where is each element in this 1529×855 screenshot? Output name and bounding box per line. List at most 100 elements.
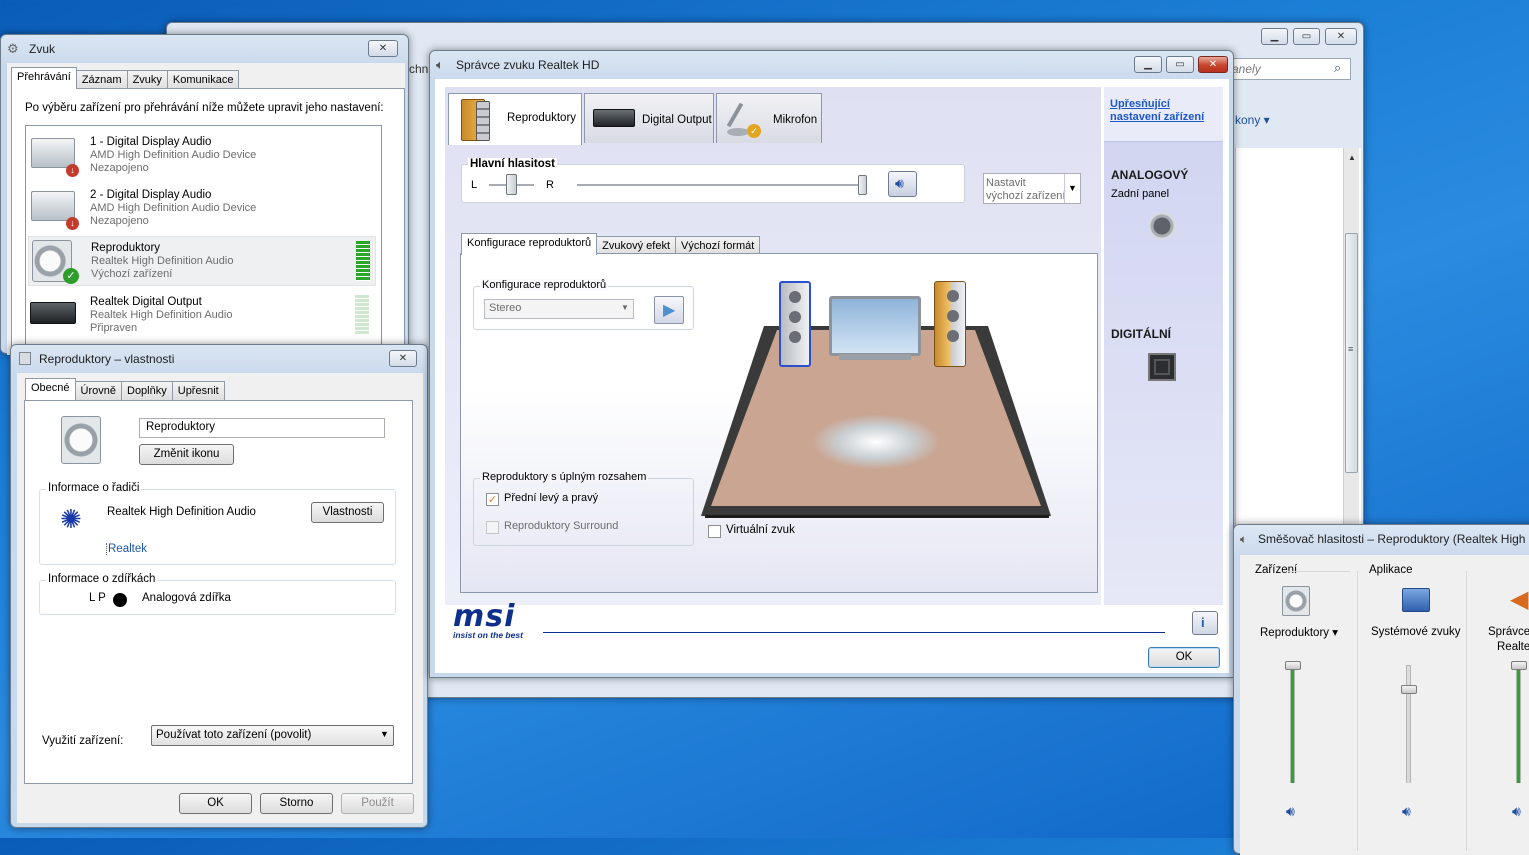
balance-slider-thumb[interactable] — [505, 174, 517, 195]
device-name-field[interactable]: Reproduktory — [139, 418, 385, 438]
usage-select[interactable]: Používat toto zařízení (povolit) ▼ — [151, 725, 394, 746]
advanced-settings-link-box: Upřesňující nastavení zařízení — [1104, 87, 1223, 142]
list-item[interactable]: ↓ 2 - Digital Display Audio AMD High Def… — [28, 183, 378, 233]
tab-sounds[interactable]: Zvuky — [126, 70, 168, 89]
maximize-button[interactable]: ▭ — [1166, 56, 1194, 73]
surround-checkbox[interactable] — [486, 521, 499, 534]
list-item[interactable]: Realtek Digital Output Realtek High Defi… — [28, 290, 378, 340]
advanced-settings-link-line2[interactable]: nastavení zařízení — [1110, 111, 1204, 123]
properties-window: Reproduktory – vlastnosti ✕ Obecné Úrovn… — [10, 344, 428, 828]
list-item[interactable]: ✓ Reproduktory Realtek High Definition A… — [28, 236, 376, 286]
apply-button[interactable]: Použít — [341, 793, 414, 814]
monitor-icon — [31, 138, 75, 168]
msi-logo: msi insist on the best — [451, 599, 551, 640]
minimize-button[interactable]: ▁ — [1134, 56, 1162, 73]
realtek-link[interactable]: Realtek — [106, 543, 147, 555]
volume-slider-thumb[interactable] — [858, 175, 867, 195]
speaker-subtabs: Konfigurace reproduktorů Zvukový efekt V… — [461, 233, 761, 255]
level-meter — [356, 241, 370, 281]
bg-maximize-button[interactable]: ▭ — [1293, 28, 1320, 45]
tab-advanced[interactable]: Upřesnit — [171, 381, 225, 400]
realtek-ok-button[interactable]: OK — [1148, 647, 1220, 668]
disconnected-badge-icon: ↓ — [66, 217, 79, 230]
fullrange-legend: Reproduktory s úplným rozsahem — [480, 471, 649, 483]
front-checkbox[interactable]: ✓ — [486, 493, 499, 506]
mixer-channel-label[interactable]: Systémové zvuky — [1371, 626, 1460, 638]
mixer-client: Zařízení Aplikace Reproduktory ▾ 🔊︎ Syst… — [1240, 555, 1529, 855]
mixer-top-separator — [1288, 571, 1350, 572]
advanced-settings-link-line1[interactable]: Upřesňující — [1110, 98, 1170, 110]
mute-volume-icon[interactable]: 🔊︎ — [1512, 803, 1521, 820]
device-status: Výchozí zařízení — [91, 268, 173, 280]
default-device-select[interactable]: Nastavit výchozí zařízení ▼ — [983, 173, 1081, 204]
scroll-up-icon[interactable]: ▲ — [1348, 153, 1356, 162]
mixer-channel-label[interactable]: Správce — [1488, 626, 1529, 638]
bg-scrollbar[interactable]: ▲ ≡ — [1343, 148, 1359, 526]
front-checkbox-label: Přední levý a pravý — [504, 492, 599, 504]
config-value: Stereo — [489, 302, 522, 314]
device-status: Nezapojeno — [90, 215, 149, 227]
tab-recording[interactable]: Záznam — [75, 70, 128, 89]
msi-slogan: insist on the best — [453, 630, 523, 640]
tab-enhancements[interactable]: Doplňky — [121, 381, 173, 400]
front-right-speaker-icon[interactable] — [934, 281, 966, 367]
cancel-button[interactable]: Storno — [260, 793, 333, 814]
mixer-slider-thumb[interactable] — [1511, 661, 1527, 670]
device-name: Reproduktory — [91, 242, 161, 254]
tab-speakers[interactable]: Reproduktory — [448, 93, 582, 145]
mute-volume-icon[interactable]: 🔊︎ — [1286, 803, 1295, 820]
front-left-speaker-icon[interactable] — [779, 281, 811, 367]
analog-jack-icon[interactable] — [1148, 212, 1176, 240]
mixer-channel-label[interactable]: Reproduktory ▾ — [1260, 625, 1338, 639]
bg-search-placeholder: anely — [1232, 62, 1261, 76]
tab-speaker-config[interactable]: Konfigurace reproduktorů — [461, 233, 598, 255]
tab-levels[interactable]: Úrovně — [74, 381, 122, 400]
play-test-button[interactable]: ▶ — [654, 296, 684, 324]
properties-close-button[interactable]: ✕ — [389, 350, 417, 367]
tab-microphone-label: Mikrofon — [773, 114, 818, 126]
info-button[interactable]: i — [1192, 611, 1218, 635]
main-volume-group: Hlavní hlasitost L R 🔊︎ — [461, 158, 965, 203]
close-button[interactable]: ✕ — [1198, 56, 1228, 73]
properties-icon — [19, 352, 31, 365]
realtek-side-panel: Upřesňující nastavení zařízení ANALOGOVÝ… — [1104, 87, 1223, 605]
bg-minimize-button[interactable]: ▁ — [1261, 28, 1288, 45]
jack-group: Informace o zdířkách L P Analogová zdířk… — [39, 573, 396, 615]
controller-legend: Informace o řadiči — [46, 482, 142, 494]
device-status: Připraven — [90, 322, 138, 334]
balance-right-label: R — [546, 179, 554, 191]
device-driver: Realtek High Definition Audio — [91, 255, 234, 267]
tab-microphone[interactable]: ✓ Mikrofon — [716, 93, 822, 143]
mute-volume-icon[interactable]: 🔊︎ — [1402, 803, 1411, 820]
bg-dropdown[interactable]: kony ▾ — [1235, 113, 1270, 127]
tab-communication[interactable]: Komunikace — [166, 70, 240, 89]
controller-properties-button[interactable]: Vlastnosti — [311, 502, 384, 523]
speaker-icon — [61, 416, 101, 464]
footer-line — [543, 632, 1165, 633]
system-sounds-icon — [1402, 588, 1430, 612]
tab-playback[interactable]: Přehrávání — [11, 67, 77, 89]
sound-window-title: Zvuk — [29, 42, 56, 56]
chevron-down-icon: ▼ — [1064, 174, 1080, 203]
bg-scroll-thumb[interactable]: ≡ — [1345, 233, 1358, 473]
digital-port-icon[interactable] — [1148, 353, 1176, 381]
mute-button[interactable]: 🔊︎ — [888, 171, 917, 197]
mixer-slider-thumb[interactable] — [1401, 684, 1417, 694]
tab-general[interactable]: Obecné — [25, 378, 76, 400]
list-item[interactable]: ↓ 1 - Digital Display Audio AMD High Def… — [28, 130, 378, 180]
sound-tab-panel: Po výběru zařízení pro přehrávání níže m… — [11, 88, 405, 365]
tab-digital-output[interactable]: Digital Output — [584, 93, 714, 143]
virtual-sound-checkbox[interactable] — [708, 525, 721, 538]
mixer-slider-thumb[interactable] — [1285, 661, 1301, 670]
microphone-base-icon — [727, 128, 749, 136]
config-select[interactable]: Stereo ▼ — [484, 299, 634, 319]
sound-close-button[interactable]: ✕ — [368, 40, 398, 57]
digital-output-icon — [593, 109, 635, 127]
bg-search-box[interactable]: anely ⌕ — [1225, 58, 1351, 80]
ok-button[interactable]: OK — [179, 793, 252, 814]
usage-label: Využití zařízení: — [42, 735, 124, 747]
mixer-device-separator — [1357, 571, 1358, 851]
bg-close-button[interactable]: ✕ — [1325, 28, 1357, 45]
change-icon-button[interactable]: Změnit ikonu — [139, 444, 234, 465]
monitor-icon — [31, 191, 75, 221]
